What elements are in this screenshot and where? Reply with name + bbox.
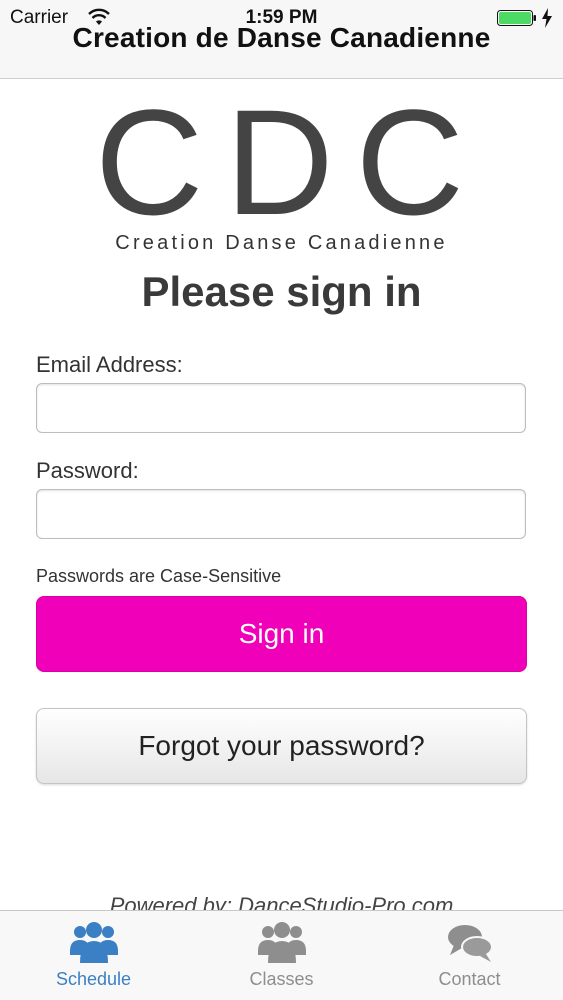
tab-classes[interactable]: Classes (188, 911, 375, 1000)
sign-in-screen: Carrier 1:59 PM Creation de Danse Canadi… (0, 0, 563, 1000)
tab-contact[interactable]: Contact (376, 911, 563, 1000)
group-icon (258, 922, 306, 963)
tab-bar: Schedule Classes Contact (0, 910, 563, 1000)
chat-bubbles-icon (448, 925, 493, 962)
app-title: Creation de Danse Canadienne (72, 22, 491, 53)
password-field[interactable] (36, 489, 526, 539)
tab-schedule[interactable]: Schedule (0, 911, 187, 1000)
group-icon (70, 922, 118, 963)
tab-label: Contact (438, 969, 501, 989)
cdc-logo: CDC Creation Danse Canadienne (0, 78, 563, 255)
case-sensitive-hint: Passwords are Case-Sensitive (36, 566, 282, 586)
sign-in-button[interactable]: Sign in (36, 596, 527, 672)
logo-letters: CDC (95, 78, 486, 246)
password-label: Password: (36, 458, 139, 483)
page-title: Please sign in (141, 268, 422, 315)
tab-label: Classes (249, 969, 314, 989)
top-bar: Carrier 1:59 PM Creation de Danse Canadi… (0, 0, 563, 79)
email-label: Email Address: (36, 352, 183, 377)
email-field[interactable] (36, 383, 526, 433)
forgot-password-button[interactable]: Forgot your password? (36, 708, 527, 784)
tab-label: Schedule (55, 969, 132, 989)
